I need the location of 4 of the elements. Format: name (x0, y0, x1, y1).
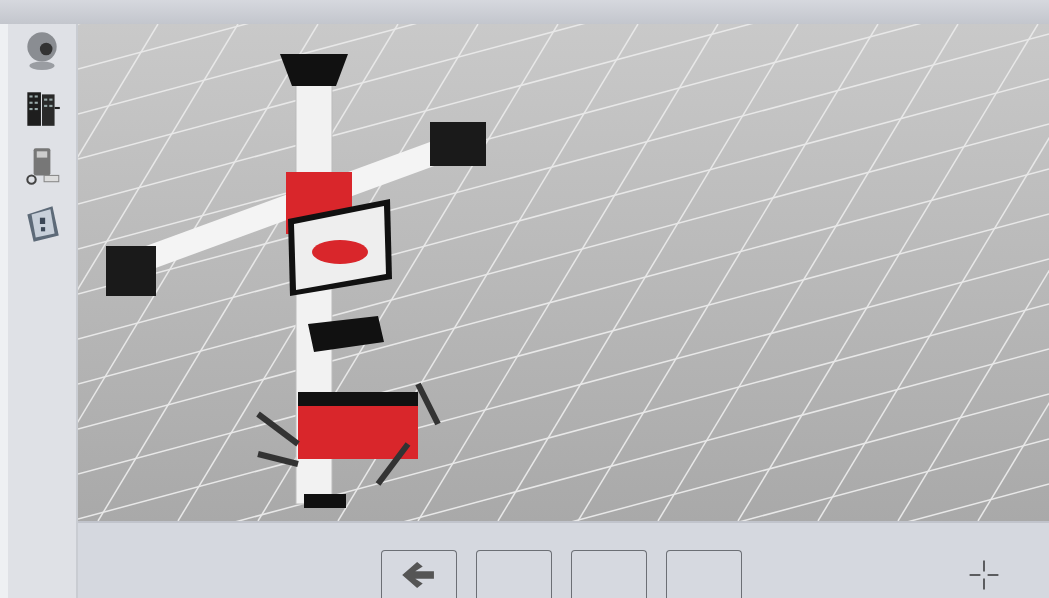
toolbar-button[interactable] (476, 550, 552, 598)
toolbar-button[interactable] (666, 550, 742, 598)
back-button[interactable] (381, 550, 457, 598)
toolbar-button[interactable] (571, 550, 647, 598)
